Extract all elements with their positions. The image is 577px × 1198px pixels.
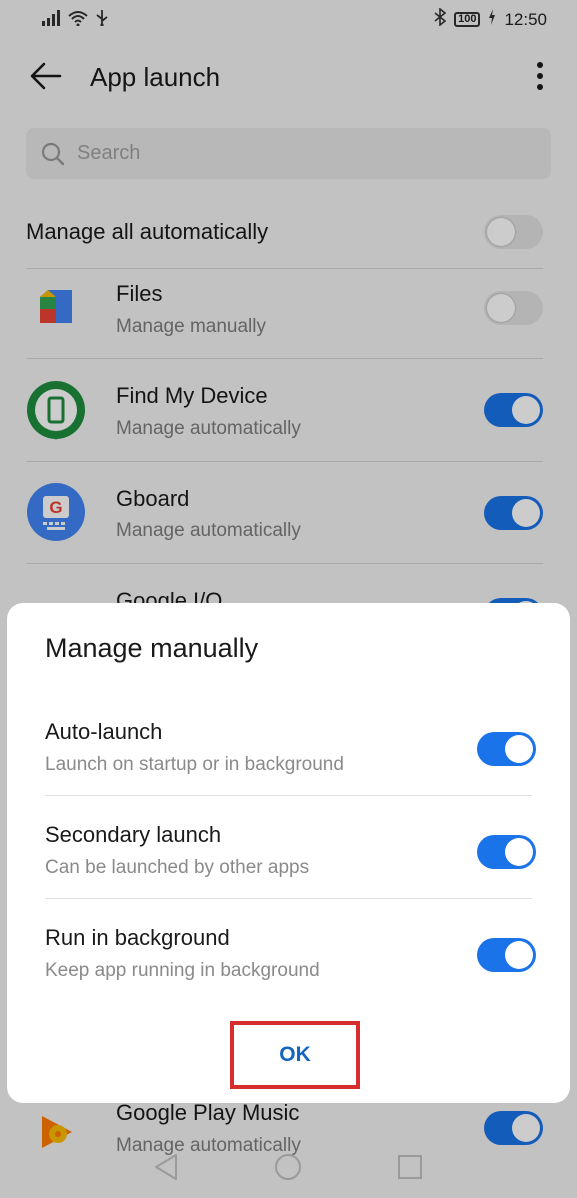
option-secondary-launch[interactable]: Secondary launch Can be launched by othe… bbox=[7, 810, 570, 910]
option-label: Run in background bbox=[45, 925, 230, 950]
ok-button-highlight: OK bbox=[230, 1021, 360, 1089]
navigation-bar bbox=[0, 1140, 577, 1198]
nav-home-button[interactable] bbox=[273, 1153, 303, 1186]
option-description: Can be launched by other apps bbox=[45, 857, 310, 878]
option-description: Launch on startup or in background bbox=[45, 754, 344, 775]
option-label: Secondary launch bbox=[45, 822, 222, 847]
auto-launch-toggle[interactable] bbox=[477, 732, 536, 766]
secondary-launch-toggle[interactable] bbox=[477, 835, 536, 869]
nav-recents-button[interactable] bbox=[395, 1154, 425, 1184]
dialog-title: Manage manually bbox=[45, 633, 259, 663]
run-in-background-toggle[interactable] bbox=[477, 938, 536, 972]
option-label: Auto-launch bbox=[45, 719, 163, 744]
option-auto-launch[interactable]: Auto-launch Launch on startup or in back… bbox=[7, 707, 570, 807]
manage-manually-dialog: Manage manually Auto-launch Launch on st… bbox=[7, 603, 570, 1103]
nav-recents-icon bbox=[397, 1154, 423, 1185]
divider bbox=[45, 898, 532, 899]
nav-back-button[interactable] bbox=[151, 1153, 181, 1186]
divider bbox=[45, 795, 532, 796]
nav-back-icon bbox=[153, 1153, 179, 1186]
ok-button[interactable]: OK bbox=[234, 1025, 356, 1085]
option-description: Keep app running in background bbox=[45, 960, 320, 981]
option-run-in-background[interactable]: Run in background Keep app running in ba… bbox=[7, 913, 570, 1013]
nav-home-icon bbox=[274, 1153, 302, 1186]
